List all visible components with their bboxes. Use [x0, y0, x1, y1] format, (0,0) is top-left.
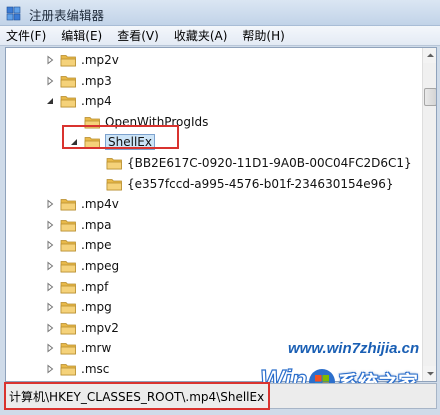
folder-icon — [60, 219, 76, 232]
folder-icon — [60, 364, 76, 376]
folder-icon — [60, 261, 76, 273]
expand-right-icon[interactable] — [45, 76, 55, 86]
expand-right-icon[interactable] — [45, 302, 55, 312]
tree-row[interactable]: .msc — [6, 359, 422, 379]
tree-row[interactable]: .mp4v — [6, 194, 422, 214]
tree-item-label: .msc — [81, 362, 110, 376]
registry-tree[interactable]: .msc .mrw .mpv2 .mpg .mpf .mpeg .mpe .mpa .mp4v {… — [5, 47, 437, 382]
tree-row[interactable]: .mpa — [6, 215, 422, 235]
folder-icon — [60, 343, 76, 355]
tree-item-label: ShellEx — [105, 134, 155, 151]
tree-row[interactable]: .mrw — [6, 338, 422, 358]
menu-favorites[interactable]: 收藏夹(A) — [174, 27, 228, 44]
menu-view[interactable]: 查看(V) — [117, 27, 159, 44]
folder-icon — [60, 281, 76, 293]
tree-item-label: .mpa — [81, 217, 112, 232]
expand-right-icon[interactable] — [45, 323, 55, 333]
menu-bar: 文件(F) 编辑(E) 查看(V) 收藏夹(A) 帮助(H) — [0, 26, 440, 46]
folder-icon — [60, 75, 76, 87]
folder-icon — [60, 96, 76, 108]
status-path: 计算机\HKEY_CLASSES_ROOT\.mp4\ShellEx — [9, 390, 265, 404]
tree-item-label: .mpf — [81, 279, 109, 294]
expand-right-icon[interactable] — [45, 343, 55, 353]
folder-icon — [60, 322, 76, 335]
scroll-up-icon[interactable] — [423, 48, 436, 63]
vertical-scrollbar[interactable] — [422, 48, 436, 381]
window-title: 注册表编辑器 — [29, 8, 105, 23]
expand-right-icon[interactable] — [45, 282, 55, 292]
title-bar: 注册表编辑器 — [0, 0, 440, 26]
tree-row[interactable]: .mpf — [6, 277, 422, 297]
tree-item-label: .mpeg — [81, 259, 120, 273]
folder-icon — [60, 302, 76, 314]
tree-row[interactable]: .mp3 — [6, 71, 422, 91]
tree-row[interactable]: OpenWithProgIds — [6, 112, 422, 132]
expand-right-icon[interactable] — [45, 261, 55, 271]
tree-row[interactable]: .mp2v — [6, 50, 422, 70]
tree-row[interactable]: .mp4 — [6, 91, 422, 111]
tree-item-label: .mpg — [81, 300, 112, 315]
tree-row[interactable]: {e357fccd-a995-4576-b01f-234630154e96} — [6, 174, 422, 194]
scroll-thumb[interactable] — [424, 88, 436, 106]
regedit-icon — [6, 6, 21, 21]
expand-down-icon[interactable] — [69, 137, 79, 147]
tree-row[interactable]: .mpe — [6, 235, 422, 255]
folder-icon — [60, 55, 76, 67]
tree-item-label: .mpe — [81, 238, 112, 253]
folder-icon — [84, 116, 100, 129]
folder-icon — [60, 199, 76, 211]
menu-help[interactable]: 帮助(H) — [242, 27, 284, 44]
expand-right-icon[interactable] — [45, 55, 55, 65]
tree-item-label: OpenWithProgIds — [105, 114, 209, 129]
folder-icon — [60, 240, 76, 252]
tree-row[interactable]: {BB2E617C-0920-11D1-9A0B-00C04FC2D6C1} — [6, 153, 422, 173]
tree-item-label: .mp4v — [81, 197, 119, 212]
menu-edit[interactable]: 编辑(E) — [61, 27, 102, 44]
expand-right-icon[interactable] — [45, 364, 55, 374]
folder-icon — [106, 158, 122, 170]
tree-item-label: .mp3 — [81, 73, 112, 88]
expand-down-icon[interactable] — [45, 96, 55, 106]
folder-icon — [106, 178, 122, 190]
tree-item-label: .mp4 — [81, 94, 112, 109]
expand-right-icon[interactable] — [45, 199, 55, 209]
tree-item-label: {BB2E617C-0920-11D1-9A0B-00C04FC2D6C1} — [127, 156, 412, 170]
tree-row[interactable]: .mpv2 — [6, 318, 422, 338]
tree-item-label: .mpv2 — [81, 320, 119, 335]
tree-item-label: {e357fccd-a995-4576-b01f-234630154e96} — [127, 176, 394, 191]
menu-file[interactable]: 文件(F) — [6, 27, 46, 44]
status-bar: 计算机\HKEY_CLASSES_ROOT\.mp4\ShellEx — [5, 383, 437, 409]
scroll-down-icon[interactable] — [423, 366, 436, 381]
tree-row[interactable]: .mpeg — [6, 256, 422, 276]
tree-item-label: .mp2v — [81, 53, 119, 67]
expand-right-icon[interactable] — [45, 220, 55, 230]
tree-item-label: .mrw — [81, 341, 112, 356]
expand-right-icon[interactable] — [45, 240, 55, 250]
folder-icon — [84, 137, 100, 149]
tree-row[interactable]: .mpg — [6, 297, 422, 317]
tree-row[interactable]: ShellEx — [6, 132, 422, 152]
